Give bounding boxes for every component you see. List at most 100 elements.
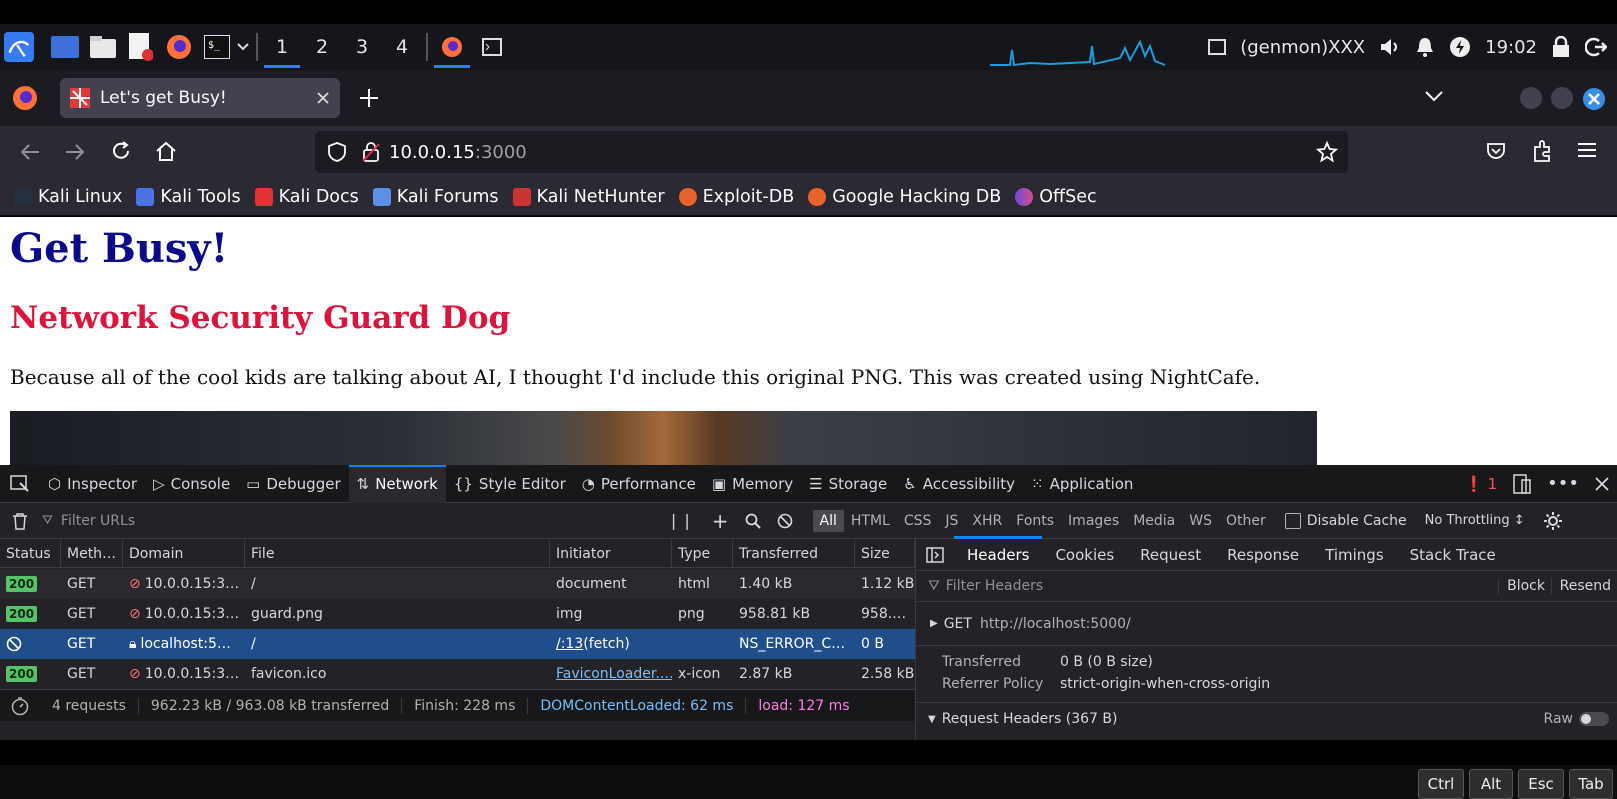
close-icon[interactable] (316, 91, 330, 105)
kali-menu-icon[interactable] (4, 32, 34, 62)
clock[interactable]: 19:02 (1485, 37, 1537, 58)
error-count-badge[interactable]: ❗ 1 (1457, 465, 1505, 503)
filter-html[interactable]: HTML (844, 510, 897, 532)
request-headers-section[interactable]: ▼ Request Headers (367 B) Raw (916, 703, 1617, 735)
bookmark-kali-tools[interactable]: Kali Tools (136, 187, 241, 207)
tab-performance[interactable]: ◔ Performance (574, 465, 704, 503)
table-row[interactable]: 200 GET ⊘ 10.0.0.15:3… favicon.ico Favico… (0, 659, 915, 689)
more-options-icon[interactable]: ••• (1539, 465, 1587, 503)
window-icon[interactable] (1208, 39, 1227, 55)
filter-headers-input[interactable]: Filter Headers (946, 578, 1043, 594)
back-icon[interactable] (19, 142, 41, 162)
filter-media[interactable]: Media (1126, 510, 1182, 532)
request-summary[interactable]: ▶ GET http://localhost:5000/ (916, 602, 1617, 646)
hamburger-menu-icon[interactable] (1577, 141, 1597, 159)
ctrl-key[interactable]: Ctrl (1418, 769, 1464, 799)
column-status[interactable]: Status (0, 540, 61, 567)
toggle-sidebar-icon[interactable] (916, 546, 954, 563)
maximize-icon[interactable] (1551, 87, 1573, 109)
pause-icon[interactable]: ❘❘ (667, 511, 694, 530)
raw-toggle[interactable] (1579, 712, 1609, 726)
bookmark-offsec[interactable]: OffSec (1015, 187, 1097, 207)
power-manager-icon[interactable] (1449, 36, 1471, 58)
column-domain[interactable]: Domain (123, 540, 245, 567)
tab-headers[interactable]: Headers (954, 535, 1043, 571)
tab-key[interactable]: Tab (1569, 769, 1613, 799)
home-icon[interactable] (155, 140, 177, 162)
tab-accessibility[interactable]: ♿ Accessibility (895, 465, 1023, 503)
tab-application[interactable]: ⁙ Application (1023, 465, 1141, 503)
minimize-icon[interactable] (1520, 87, 1542, 109)
trash-icon[interactable] (12, 512, 28, 530)
notification-bell-icon[interactable] (1415, 36, 1435, 58)
table-row[interactable]: 200 GET ⊘ 10.0.0.15:3… guard.png img png … (0, 599, 915, 629)
insecure-lock-icon[interactable] (361, 141, 381, 163)
search-icon[interactable] (745, 513, 761, 529)
browser-tab[interactable]: Let's get Busy! (60, 78, 340, 118)
extensions-icon[interactable] (1531, 139, 1553, 163)
workspace-1[interactable]: 1 (262, 24, 302, 70)
tab-network[interactable]: ⇅ Network (348, 464, 447, 503)
forward-icon[interactable] (64, 142, 86, 162)
lock-icon[interactable] (1551, 36, 1571, 58)
settings-gear-icon[interactable] (1543, 511, 1563, 531)
column-type[interactable]: Type (672, 540, 733, 567)
column-file[interactable]: File (245, 540, 550, 567)
logout-icon[interactable] (1585, 36, 1607, 58)
throttling-select[interactable]: No Throttling ↕ (1425, 513, 1525, 528)
filter-xhr[interactable]: XHR (965, 510, 1009, 532)
window-terminal[interactable] (472, 24, 512, 70)
window-close-icon[interactable] (1582, 87, 1606, 111)
file-manager-icon[interactable] (88, 32, 118, 62)
shield-icon[interactable] (327, 141, 347, 163)
workspace-4[interactable]: 4 (382, 24, 422, 70)
disable-cache-checkbox[interactable] (1284, 512, 1301, 529)
filter-urls-input[interactable]: Filter URLs (61, 513, 661, 529)
tab-inspector[interactable]: ⬡ Inspector (40, 465, 145, 503)
filter-images[interactable]: Images (1061, 510, 1126, 532)
firefox-view-icon[interactable] (12, 85, 38, 111)
bookmark-kali-nethunter[interactable]: Kali NetHunter (512, 187, 665, 207)
filter-fonts[interactable]: Fonts (1009, 510, 1061, 532)
resend-button[interactable]: Resend (1550, 578, 1611, 594)
reload-icon[interactable] (110, 140, 132, 162)
bookmark-kali-docs[interactable]: Kali Docs (254, 187, 359, 207)
tab-console[interactable]: ▷ Console (145, 465, 238, 503)
esc-key[interactable]: Esc (1518, 769, 1564, 799)
bookmark-kali-linux[interactable]: Kali Linux (14, 187, 122, 207)
block-button[interactable]: Block (1498, 578, 1545, 594)
column-initiator[interactable]: Initiator (550, 540, 672, 567)
list-tabs-icon[interactable] (1425, 90, 1443, 102)
column-size[interactable]: Size (855, 540, 915, 567)
bookmark-kali-forums[interactable]: Kali Forums (372, 187, 499, 207)
chevron-down-icon[interactable] (234, 32, 252, 62)
window-firefox[interactable] (432, 24, 472, 70)
filter-other[interactable]: Other (1219, 510, 1273, 532)
responsive-design-icon[interactable] (1505, 465, 1539, 503)
alt-key[interactable]: Alt (1469, 769, 1513, 799)
url-bar[interactable]: 10.0.0.15:3000 (315, 131, 1348, 173)
block-icon[interactable] (777, 513, 793, 529)
tab-style-editor[interactable]: {} Style Editor (446, 465, 574, 503)
close-devtools-icon[interactable] (1587, 465, 1617, 503)
volume-icon[interactable] (1379, 37, 1401, 57)
text-editor-icon[interactable] (126, 32, 156, 62)
initiator-link[interactable]: FaviconLoader.… (556, 666, 672, 682)
tab-timings[interactable]: Timings (1312, 539, 1397, 571)
bookmark-star-icon[interactable] (1316, 141, 1338, 163)
element-picker-icon[interactable] (0, 465, 40, 503)
pocket-icon[interactable] (1485, 140, 1507, 162)
bookmark-exploit-db[interactable]: Exploit-DB (678, 187, 794, 207)
table-row[interactable]: 200 GET ⊘ 10.0.0.15:3… / document html 1.… (0, 569, 915, 599)
workspace-3[interactable]: 3 (342, 24, 382, 70)
new-tab-icon[interactable] (358, 87, 380, 109)
tab-stack-trace[interactable]: Stack Trace (1397, 539, 1509, 571)
tab-cookies[interactable]: Cookies (1042, 539, 1127, 571)
table-row-selected[interactable]: GET 🔒︎ localhost:5… / /:13 (fetch) NS_ERR… (0, 629, 915, 659)
bookmark-google-hacking-db[interactable]: Google Hacking DB (808, 187, 1001, 207)
stopwatch-icon[interactable] (0, 696, 40, 716)
desktop-icon[interactable] (50, 32, 80, 62)
workspace-2[interactable]: 2 (302, 24, 342, 70)
tab-request[interactable]: Request (1127, 539, 1214, 571)
terminal-icon[interactable]: $_ (202, 32, 232, 62)
